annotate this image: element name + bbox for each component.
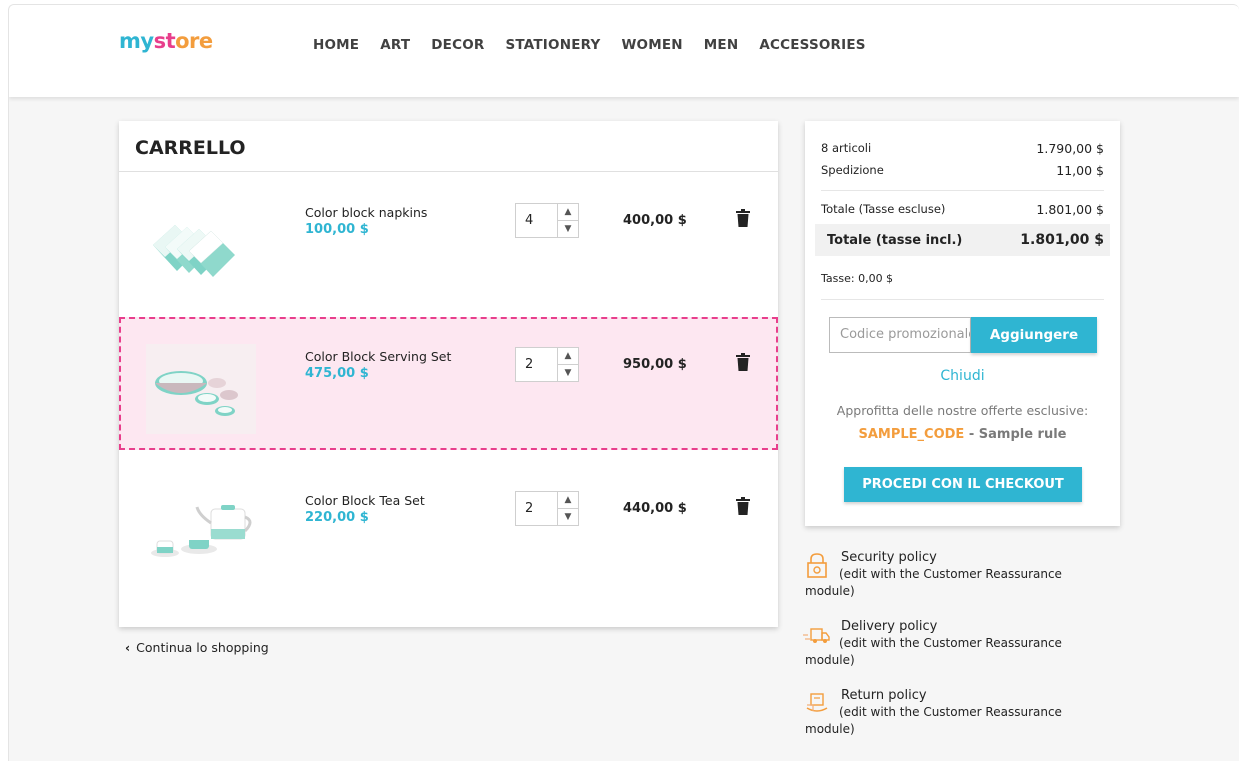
- quantity-stepper[interactable]: 2 ▲ ▼: [515, 347, 579, 382]
- trash-icon[interactable]: [736, 353, 750, 371]
- main-nav: HOME ART DECOR STATIONERY WOMEN MEN ACCE…: [313, 37, 887, 53]
- reassurance-title: Delivery policy: [841, 619, 938, 634]
- divider: [821, 299, 1104, 300]
- items-value: 1.790,00 $: [1036, 141, 1104, 156]
- store-logo[interactable]: mystore: [119, 29, 213, 53]
- product-image-napkins[interactable]: [141, 195, 261, 295]
- trash-icon[interactable]: [736, 497, 750, 515]
- product-unit-price: 220,00 $: [305, 510, 369, 525]
- reassurance-title: Return policy: [841, 688, 927, 703]
- line-total: 440,00 $: [623, 501, 687, 516]
- divider: [821, 190, 1104, 191]
- nav-item-decor[interactable]: DECOR: [431, 37, 484, 53]
- total-incl-label: Totale (tasse incl.): [827, 232, 963, 248]
- offer-code-line: SAMPLE_CODE - Sample rule: [805, 427, 1120, 442]
- trash-icon[interactable]: [736, 209, 750, 227]
- chevron-down-icon[interactable]: ▼: [558, 220, 578, 237]
- taxes-text: Tasse: 0,00 $: [821, 272, 894, 285]
- nav-item-stationery[interactable]: STATIONERY: [506, 37, 601, 53]
- reassurance-desc: (edit with the Customer Reassurance: [839, 705, 1062, 719]
- product-name[interactable]: Color Block Tea Set: [305, 493, 425, 508]
- quantity-stepper[interactable]: 2 ▲ ▼: [515, 491, 579, 526]
- total-incl-value: 1.801,00 $: [1020, 232, 1104, 248]
- cart-panel: CARRELLO Color block napkins 100,00 $ 4 …: [119, 121, 778, 627]
- shipping-label: Spedizione: [821, 163, 884, 177]
- nav-item-accessories[interactable]: ACCESSORIES: [759, 37, 865, 53]
- promo-code-input[interactable]: Codice promozionale: [829, 317, 971, 353]
- reassurance-security: Security policy (edit with the Customer …: [805, 550, 1125, 610]
- site-header: mystore HOME ART DECOR STATIONERY WOMEN …: [9, 5, 1239, 97]
- logo-part: st: [153, 29, 176, 53]
- product-name[interactable]: Color block napkins: [305, 205, 427, 220]
- total-incl-bar: Totale (tasse incl.) 1.801,00 $: [815, 224, 1110, 256]
- summary-items-line: 8 articoli 1.790,00 $: [821, 141, 1104, 156]
- promo-code-link[interactable]: SAMPLE_CODE: [858, 427, 964, 442]
- cart-item-row-highlighted: Color Block Serving Set 475,00 $ 2 ▲ ▼ 9…: [119, 317, 778, 450]
- nav-item-home[interactable]: HOME: [313, 37, 359, 53]
- close-promo-link[interactable]: Chiudi: [805, 368, 1120, 384]
- browser-viewport: mystore HOME ART DECOR STATIONERY WOMEN …: [8, 4, 1239, 761]
- product-image-serving-set[interactable]: [141, 339, 261, 439]
- line-total: 400,00 $: [623, 213, 687, 228]
- quantity-input[interactable]: 4: [516, 204, 557, 237]
- product-name[interactable]: Color Block Serving Set: [305, 349, 451, 364]
- line-total: 950,00 $: [623, 357, 687, 372]
- product-unit-price: 100,00 $: [305, 222, 369, 237]
- reassurance-delivery: Delivery policy (edit with the Customer …: [803, 619, 1125, 679]
- chevron-up-icon[interactable]: ▲: [558, 204, 578, 220]
- reassurance-desc: (edit with the Customer Reassurance: [839, 567, 1062, 581]
- total-excl-label: Totale (Tasse escluse): [821, 202, 946, 216]
- product-unit-price: 475,00 $: [305, 366, 369, 381]
- nav-item-women[interactable]: WOMEN: [621, 37, 682, 53]
- return-box-icon: [806, 693, 828, 712]
- total-excl-value: 1.801,00 $: [1036, 202, 1104, 217]
- chevron-up-icon[interactable]: ▲: [558, 348, 578, 364]
- reassurance-title: Security policy: [841, 550, 937, 565]
- product-image-tea-set[interactable]: [141, 483, 261, 583]
- summary-total-excl-line: Totale (Tasse escluse) 1.801,00 $: [821, 202, 1104, 217]
- lock-icon: [807, 553, 827, 578]
- chevron-up-icon[interactable]: ▲: [558, 492, 578, 508]
- shipping-value: 11,00 $: [1056, 163, 1104, 178]
- continue-shopping-link[interactable]: ‹ Continua lo shopping: [125, 640, 269, 655]
- promo-code-desc: - Sample rule: [968, 427, 1067, 442]
- reassurance-desc: module): [805, 653, 855, 667]
- chevron-left-icon: ‹: [125, 640, 131, 655]
- logo-part: my: [119, 29, 154, 53]
- nav-item-men[interactable]: MEN: [704, 37, 739, 53]
- logo-part: ore: [175, 29, 213, 53]
- items-count: 8 articoli: [821, 141, 872, 155]
- chevron-down-icon[interactable]: ▼: [558, 508, 578, 525]
- reassurance-desc: module): [805, 584, 855, 598]
- reassurance-desc: (edit with the Customer Reassurance: [839, 636, 1062, 650]
- summary-shipping-line: Spedizione 11,00 $: [821, 163, 1104, 178]
- nav-item-art[interactable]: ART: [380, 37, 410, 53]
- reassurance-desc: module): [805, 722, 855, 736]
- cart-item-row: Color block napkins 100,00 $ 4 ▲ ▼ 400,0…: [119, 173, 778, 306]
- add-promo-button[interactable]: Aggiungere: [971, 317, 1097, 353]
- reassurance-return: Return policy (edit with the Customer Re…: [805, 688, 1125, 748]
- quantity-input[interactable]: 2: [516, 348, 557, 381]
- cart-summary: 8 articoli 1.790,00 $ Spedizione 11,00 $…: [805, 121, 1120, 526]
- cart-item-row: Color Block Tea Set 220,00 $ 2 ▲ ▼ 440,0…: [119, 461, 778, 594]
- truck-icon: [803, 628, 830, 643]
- continue-shopping-label: Continua lo shopping: [136, 640, 269, 655]
- quantity-stepper[interactable]: 4 ▲ ▼: [515, 203, 579, 238]
- cart-title: CARRELLO: [135, 137, 246, 159]
- chevron-down-icon[interactable]: ▼: [558, 364, 578, 381]
- checkout-button[interactable]: PROCEDI CON IL CHECKOUT: [844, 467, 1082, 502]
- divider: [119, 171, 778, 172]
- quantity-input[interactable]: 2: [516, 492, 557, 525]
- offer-text: Approfitta delle nostre offerte esclusiv…: [836, 403, 1089, 418]
